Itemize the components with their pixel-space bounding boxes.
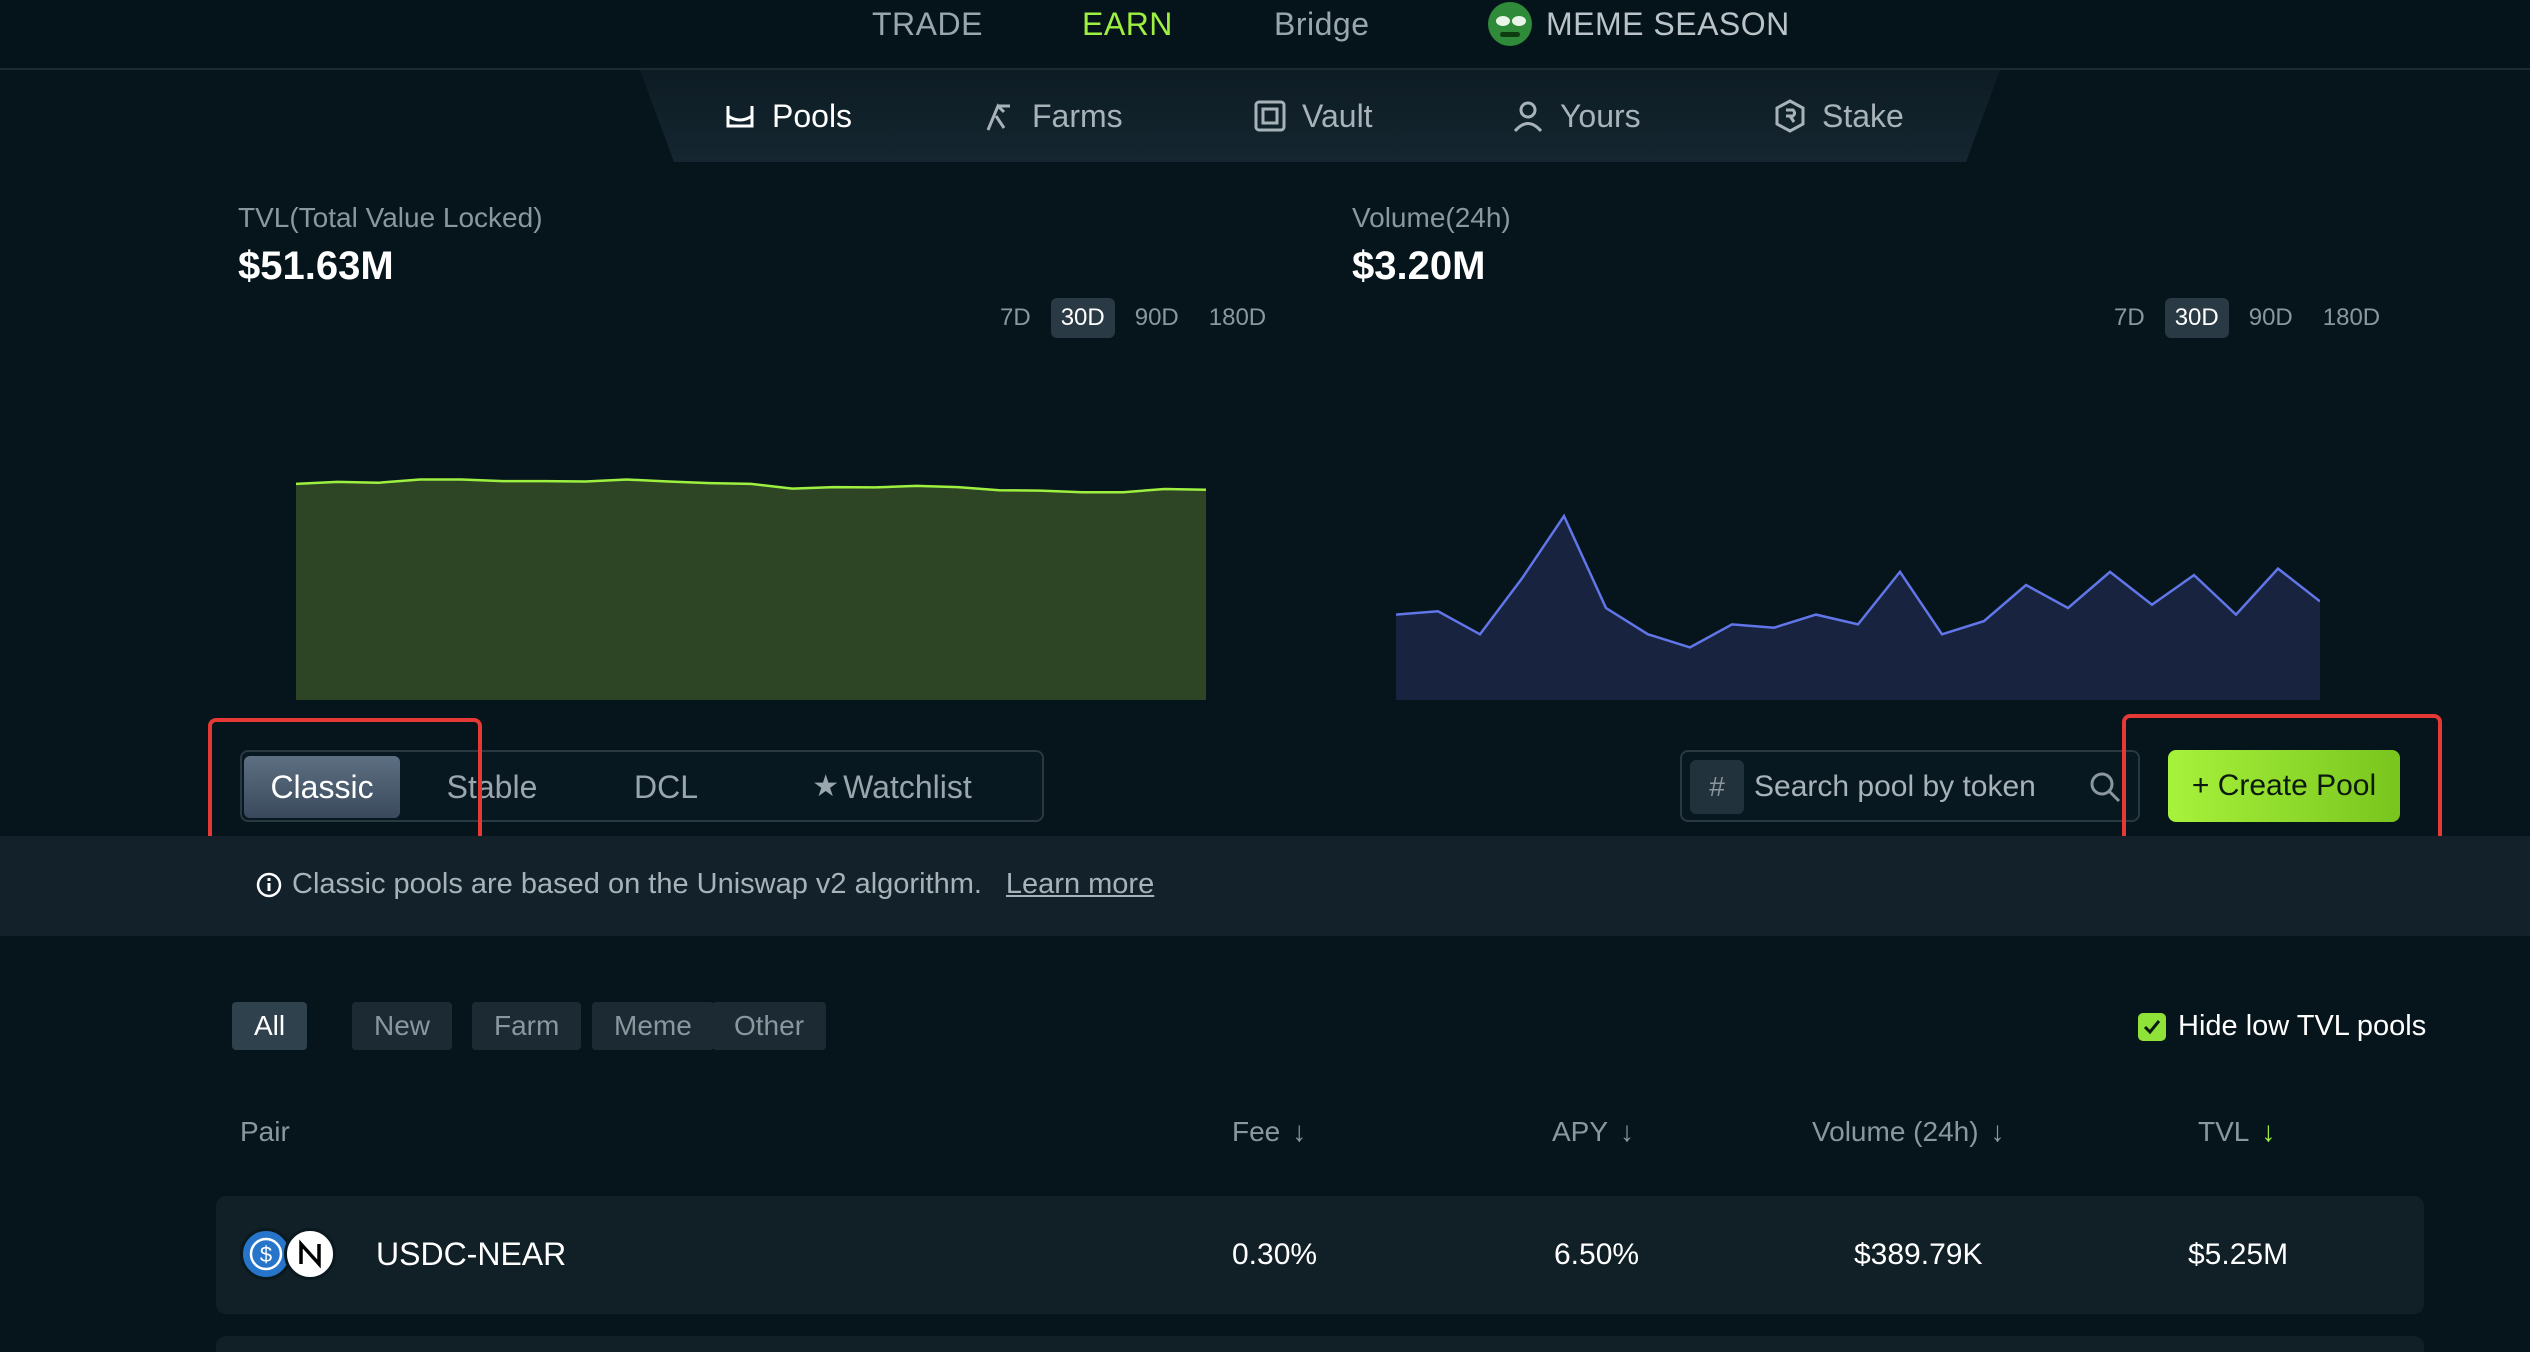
- near-token-icon: [284, 1228, 336, 1280]
- filter-meme[interactable]: Meme: [592, 1002, 714, 1050]
- fee-value: 0.30%: [1232, 1238, 1318, 1271]
- tab-dcl[interactable]: DCL: [596, 756, 736, 818]
- col-header-fee-label: Fee: [1232, 1116, 1281, 1147]
- check-icon: [2143, 1019, 2161, 1034]
- volume-label: Volume(24h): [1352, 202, 1511, 233]
- sort-down-active-icon: ↓: [2261, 1116, 2276, 1147]
- volume-range-selector: 7D 30D 90D 180D: [2104, 298, 2390, 338]
- search-icon[interactable]: [2086, 768, 2124, 806]
- sort-down-icon: ↓: [1990, 1116, 2005, 1147]
- tab-farms[interactable]: Farms: [982, 84, 1123, 148]
- tvl-range-selector: 7D 30D 90D 180D: [990, 298, 1276, 338]
- nav-meme-season[interactable]: MEME SEASON: [1546, 0, 1790, 48]
- tvl-range-90d[interactable]: 90D: [1125, 298, 1189, 338]
- pair-name: USDC-NEAR: [376, 1236, 567, 1272]
- top-nav: TRADE EARN Bridge MEME SEASON: [0, 0, 2530, 70]
- highlight-box-classic: [208, 718, 482, 854]
- nav-trade[interactable]: TRADE: [872, 0, 983, 48]
- table-row[interactable]: $ USDC-NEAR 0.30% 6.50% $389.79K $5.25M: [216, 1196, 2424, 1314]
- user-icon: [1513, 101, 1543, 133]
- volume-value-cell: $389.79K: [1854, 1238, 1983, 1271]
- nav-earn[interactable]: EARN: [1082, 0, 1173, 48]
- info-band: Classic pools are based on the Uniswap v…: [0, 836, 2530, 936]
- tvl-label: TVL(Total Value Locked): [238, 202, 543, 233]
- tab-watchlist-label: Watchlist: [843, 769, 972, 805]
- col-header-apy-label: APY: [1552, 1116, 1609, 1147]
- vault-icon: [1254, 100, 1286, 132]
- tab-pools-label: Pools: [772, 97, 853, 134]
- search-input[interactable]: [1754, 760, 2084, 814]
- tvl-range-7d[interactable]: 7D: [990, 298, 1041, 338]
- chart-area-fill: [296, 479, 1206, 700]
- volume-value: $3.20M: [1352, 244, 1486, 288]
- tab-vault[interactable]: Vault: [1252, 84, 1373, 148]
- info-text: Classic pools are based on the Uniswap v…: [292, 868, 982, 900]
- hide-low-tvl-checkbox[interactable]: [2138, 1012, 2166, 1041]
- search-box: #: [1680, 750, 2140, 822]
- meme-frog-icon: [1488, 2, 1532, 46]
- nav-bridge[interactable]: Bridge: [1274, 0, 1370, 48]
- tvl-value-cell: $5.25M: [2188, 1238, 2289, 1271]
- hide-low-tvl-label: Hide low TVL pools: [2178, 1010, 2427, 1042]
- tvl-area-chart: [296, 478, 1206, 700]
- info-text-row: Classic pools are based on the Uniswap v…: [256, 868, 1154, 901]
- tab-stake[interactable]: Stake: [1772, 84, 1904, 148]
- tvl-range-180d[interactable]: 180D: [1199, 298, 1276, 338]
- volume-area-chart: [1396, 513, 2320, 700]
- tab-yours-label: Yours: [1560, 97, 1641, 134]
- farms-icon: [986, 103, 1010, 131]
- volume-range-30d[interactable]: 30D: [2164, 298, 2229, 338]
- col-header-tvl[interactable]: TVL ↓: [2198, 1116, 2275, 1148]
- col-header-apy[interactable]: APY ↓: [1552, 1116, 1634, 1148]
- sort-down-icon: ↓: [1620, 1116, 1635, 1147]
- col-header-pair: Pair: [240, 1116, 290, 1148]
- tab-farms-label: Farms: [1032, 97, 1123, 134]
- star-icon: ★: [812, 770, 840, 803]
- volume-range-7d[interactable]: 7D: [2104, 298, 2155, 338]
- svg-text:$: $: [260, 1242, 272, 1267]
- pools-icon: [726, 106, 754, 128]
- volume-range-90d[interactable]: 90D: [2239, 298, 2303, 338]
- filter-other[interactable]: Other: [712, 1002, 827, 1050]
- volume-range-180d[interactable]: 180D: [2313, 298, 2390, 338]
- col-header-volume[interactable]: Volume (24h) ↓: [1812, 1116, 2005, 1148]
- tvl-value: $51.63M: [238, 244, 394, 288]
- col-header-tvl-label: TVL: [2198, 1116, 2250, 1147]
- tab-stake-label: Stake: [1822, 97, 1904, 134]
- col-header-pair-label: Pair: [240, 1116, 290, 1147]
- stake-icon: [1775, 99, 1805, 133]
- col-header-fee[interactable]: Fee ↓: [1232, 1116, 1306, 1148]
- learn-more-link[interactable]: Learn more: [1006, 868, 1154, 901]
- tab-pools[interactable]: Pools: [722, 84, 852, 148]
- hide-low-tvl-toggle[interactable]: Hide low TVL pools: [2138, 1010, 2426, 1043]
- tab-watchlist[interactable]: ★ Watchlist: [742, 756, 1042, 818]
- filter-farm[interactable]: Farm: [472, 1002, 582, 1050]
- chart-area-fill: [1396, 516, 2320, 700]
- sort-down-icon: ↓: [1292, 1116, 1307, 1147]
- filter-new[interactable]: New: [352, 1002, 453, 1050]
- info-icon: [256, 872, 282, 897]
- table-row[interactable]: [216, 1336, 2424, 1352]
- tab-yours[interactable]: Yours: [1510, 84, 1641, 148]
- col-header-volume-label: Volume (24h): [1812, 1116, 1979, 1147]
- apy-value: 6.50%: [1554, 1238, 1640, 1271]
- filter-all[interactable]: All: [232, 1002, 308, 1050]
- tab-vault-label: Vault: [1302, 97, 1373, 134]
- tvl-range-30d[interactable]: 30D: [1050, 298, 1115, 338]
- highlight-box-create-pool: [2122, 714, 2442, 854]
- hash-icon: #: [1690, 760, 1744, 814]
